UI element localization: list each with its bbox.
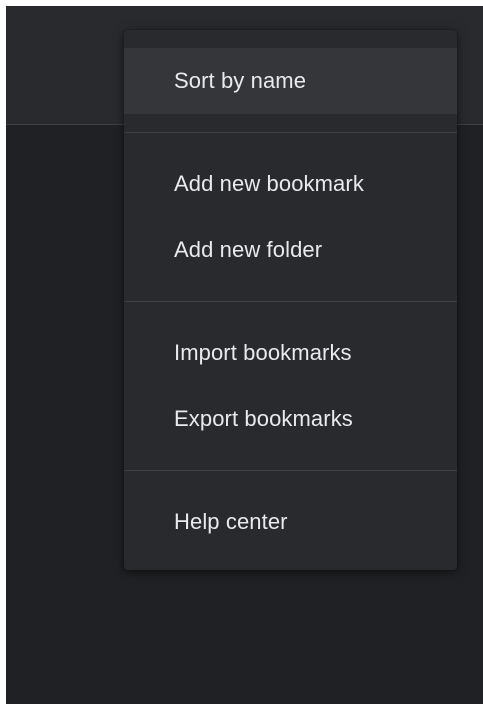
bookmarks-window: Sort by name Add new bookmark Add new fo… [6, 6, 483, 704]
menu-item-label: Add new folder [174, 237, 323, 262]
menu-item-import-bookmarks[interactable]: Import bookmarks [124, 320, 457, 386]
menu-item-label: Export bookmarks [174, 406, 353, 431]
menu-item-label: Help center [174, 509, 288, 534]
menu-item-sort-by-name[interactable]: Sort by name [124, 48, 457, 114]
bookmarks-overflow-menu: Sort by name Add new bookmark Add new fo… [124, 30, 457, 570]
menu-item-label: Import bookmarks [174, 340, 352, 365]
menu-item-add-new-bookmark[interactable]: Add new bookmark [124, 151, 457, 217]
menu-item-label: Add new bookmark [174, 171, 364, 196]
menu-separator [124, 470, 457, 471]
menu-separator [124, 132, 457, 133]
menu-separator [124, 301, 457, 302]
menu-item-label: Sort by name [174, 68, 307, 93]
menu-item-help-center[interactable]: Help center [124, 489, 457, 555]
menu-item-export-bookmarks[interactable]: Export bookmarks [124, 386, 457, 452]
menu-item-add-new-folder[interactable]: Add new folder [124, 217, 457, 283]
